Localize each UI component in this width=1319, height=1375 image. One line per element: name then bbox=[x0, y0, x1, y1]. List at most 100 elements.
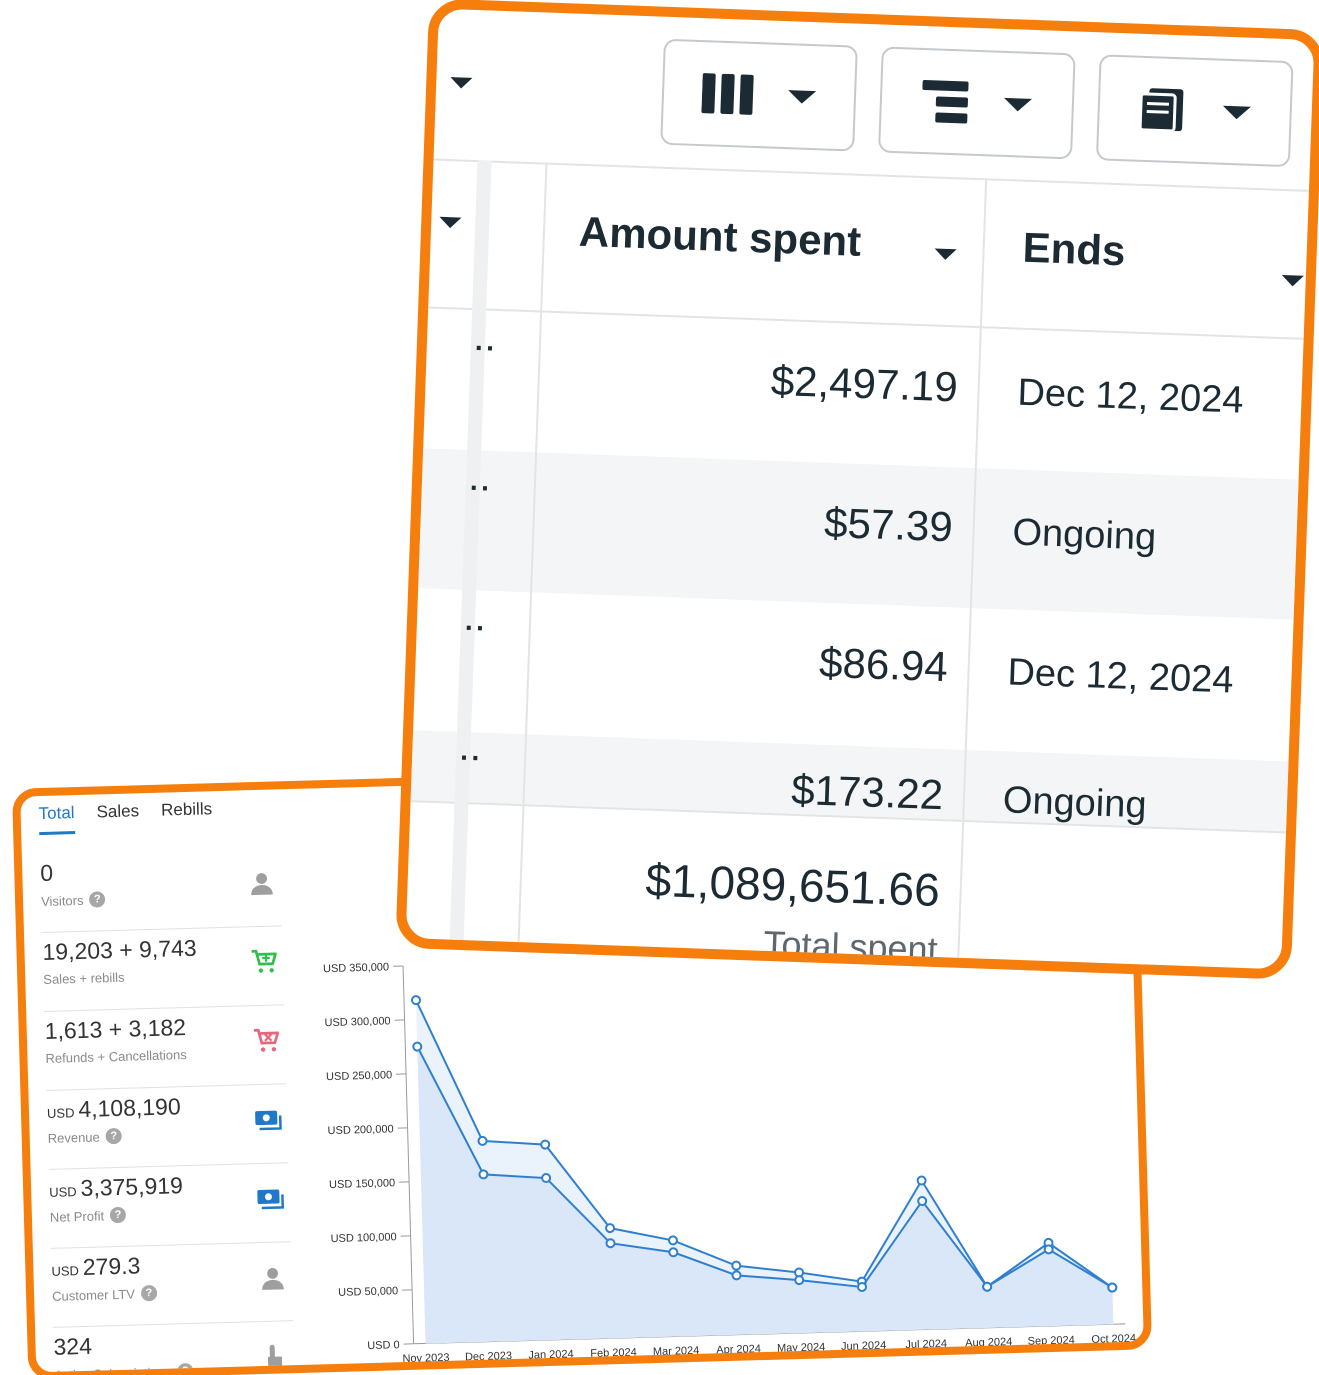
help-icon[interactable]: ? bbox=[177, 1362, 194, 1375]
stat-label-text: Customer LTV bbox=[51, 1286, 136, 1304]
x-tick-label: Apr 2024 bbox=[716, 1343, 761, 1356]
reports-icon bbox=[1138, 88, 1184, 133]
data-point bbox=[917, 1196, 928, 1207]
data-point bbox=[982, 1281, 993, 1292]
y-tick-label: USD 50,000 bbox=[338, 1285, 398, 1299]
table-divider bbox=[428, 306, 1304, 340]
help-icon[interactable]: ? bbox=[105, 1127, 122, 1145]
x-tick-label: Sep 2024 bbox=[1028, 1334, 1075, 1347]
stat-label: Net Profit ? bbox=[50, 1202, 290, 1225]
data-point bbox=[478, 1169, 489, 1180]
y-tick-label: USD 150,000 bbox=[329, 1177, 395, 1191]
column-header-ends[interactable]: Ends bbox=[1022, 224, 1126, 276]
columns-button[interactable] bbox=[660, 38, 858, 152]
chevron-down-icon[interactable] bbox=[450, 77, 473, 89]
stat-net-profit: USD 3,375,919 Net Profit ? bbox=[48, 1163, 291, 1249]
stat-label: Customer LTV ? bbox=[52, 1281, 292, 1304]
column-header-amount-spent[interactable]: Amount spent bbox=[578, 208, 862, 266]
revenue-chart: USD 0 USD 50,000 USD 100,000 USD 150,000 USD… bbox=[295, 932, 1146, 1375]
y-tick-label: USD 200,000 bbox=[327, 1123, 393, 1137]
stat-label: Refunds + Cancellations bbox=[45, 1044, 285, 1066]
amount-cell: $86.94 bbox=[818, 638, 949, 691]
x-tick-label: Dec 2023 bbox=[465, 1350, 512, 1363]
stat-label: Sales + rebills bbox=[43, 965, 283, 987]
stat-value: 0 bbox=[40, 853, 281, 887]
stat-number: 279.3 bbox=[82, 1252, 141, 1281]
stat-value: 1,613 + 3,182 bbox=[44, 1011, 285, 1045]
breakdown-icon bbox=[922, 80, 969, 124]
stat-sales-rebills: 19,203 + 9,743 Sales + rebills bbox=[41, 926, 285, 1012]
data-point bbox=[605, 1238, 616, 1249]
dashboard-tabs: Total Sales Rebills bbox=[38, 799, 213, 836]
help-icon[interactable]: ? bbox=[89, 891, 106, 908]
stat-label: Revenue ? bbox=[47, 1123, 287, 1146]
chart-svg: USD 0 USD 50,000 USD 100,000 USD 150,000 USD… bbox=[323, 961, 1136, 1365]
data-point bbox=[541, 1173, 552, 1184]
help-icon[interactable]: ? bbox=[140, 1284, 158, 1302]
stat-label: Active Subscriptions ? bbox=[54, 1360, 294, 1375]
stat-number: 3,375,919 bbox=[80, 1172, 184, 1202]
x-tick-label: Feb 2024 bbox=[590, 1347, 637, 1360]
stat-label-text: Visitors bbox=[40, 892, 84, 909]
stat-refunds: 1,613 + 3,182 Refunds + Cancellations bbox=[44, 1005, 287, 1091]
data-point bbox=[412, 1041, 423, 1052]
tab-sales[interactable]: Sales bbox=[96, 801, 139, 833]
x-tick-label: Jun 2024 bbox=[841, 1340, 887, 1353]
breakdown-button[interactable] bbox=[878, 46, 1076, 160]
amount-cell: $2,497.19 bbox=[770, 356, 959, 411]
data-point bbox=[477, 1135, 488, 1146]
ends-cell: Ongoing bbox=[1011, 511, 1157, 559]
y-tick-label: USD 350,000 bbox=[323, 961, 389, 975]
stat-customer-ltv: USD 279.3 Customer LTV ? bbox=[50, 1242, 293, 1328]
y-tick-label: USD 0 bbox=[367, 1339, 400, 1352]
amount-cell: $57.39 bbox=[823, 498, 954, 551]
stat-value: USD 279.3 bbox=[51, 1248, 292, 1282]
sort-chevron-icon[interactable] bbox=[934, 248, 957, 261]
data-point bbox=[857, 1281, 868, 1292]
money-icon bbox=[253, 1104, 284, 1135]
stat-unit: USD bbox=[49, 1184, 77, 1200]
data-point bbox=[794, 1275, 805, 1286]
stat-number: 4,108,190 bbox=[78, 1093, 182, 1123]
data-point bbox=[411, 995, 422, 1006]
y-tick-label: USD 100,000 bbox=[330, 1231, 396, 1245]
sort-chevron-icon[interactable] bbox=[1281, 274, 1304, 287]
chevron-down-icon bbox=[787, 89, 817, 104]
y-tick-label: USD 250,000 bbox=[326, 1069, 392, 1083]
stat-label-text: Net Profit bbox=[49, 1207, 105, 1225]
row-menu-icon[interactable]: ·· bbox=[464, 612, 488, 645]
cart-remove-icon bbox=[251, 1025, 282, 1056]
help-icon[interactable]: ? bbox=[109, 1206, 127, 1224]
user-icon bbox=[257, 1262, 288, 1293]
tab-rebills[interactable]: Rebills bbox=[161, 799, 213, 831]
stat-number: 324 bbox=[53, 1332, 93, 1360]
ends-cell: Dec 12, 2024 bbox=[1006, 651, 1235, 702]
y-tick-label: USD 300,000 bbox=[324, 1015, 390, 1029]
stat-label-text: Sales + rebills bbox=[43, 969, 125, 988]
series-area-2 bbox=[417, 1046, 1114, 1344]
stat-label-text: Revenue bbox=[47, 1128, 100, 1146]
stat-number: 1,613 + 3,182 bbox=[44, 1014, 187, 1044]
stat-number: 0 bbox=[39, 859, 54, 887]
stat-unit: USD bbox=[46, 1105, 75, 1121]
x-tick-label: May 2024 bbox=[777, 1341, 826, 1354]
row-menu-icon[interactable]: ·· bbox=[474, 332, 498, 365]
stat-label: Visitors ? bbox=[41, 886, 281, 909]
x-tick-label: Mar 2024 bbox=[653, 1345, 700, 1358]
row-menu-icon[interactable]: ·· bbox=[460, 742, 484, 775]
total-spent-value: $1,089,651.66 bbox=[644, 853, 941, 917]
data-point bbox=[605, 1223, 616, 1234]
data-point bbox=[1107, 1282, 1118, 1293]
chevron-down-icon[interactable] bbox=[439, 216, 462, 229]
data-point bbox=[540, 1139, 551, 1150]
row-menu-icon[interactable]: ·· bbox=[469, 472, 493, 505]
columns-icon bbox=[701, 73, 754, 115]
data-point bbox=[668, 1247, 679, 1258]
reports-button[interactable] bbox=[1095, 54, 1294, 168]
tab-total[interactable]: Total bbox=[38, 803, 76, 836]
ends-cell: Dec 12, 2024 bbox=[1016, 371, 1245, 422]
money-icon bbox=[255, 1183, 286, 1214]
x-tick-label: Jan 2024 bbox=[528, 1348, 574, 1361]
data-point bbox=[731, 1270, 742, 1281]
chevron-down-icon bbox=[1222, 105, 1251, 120]
